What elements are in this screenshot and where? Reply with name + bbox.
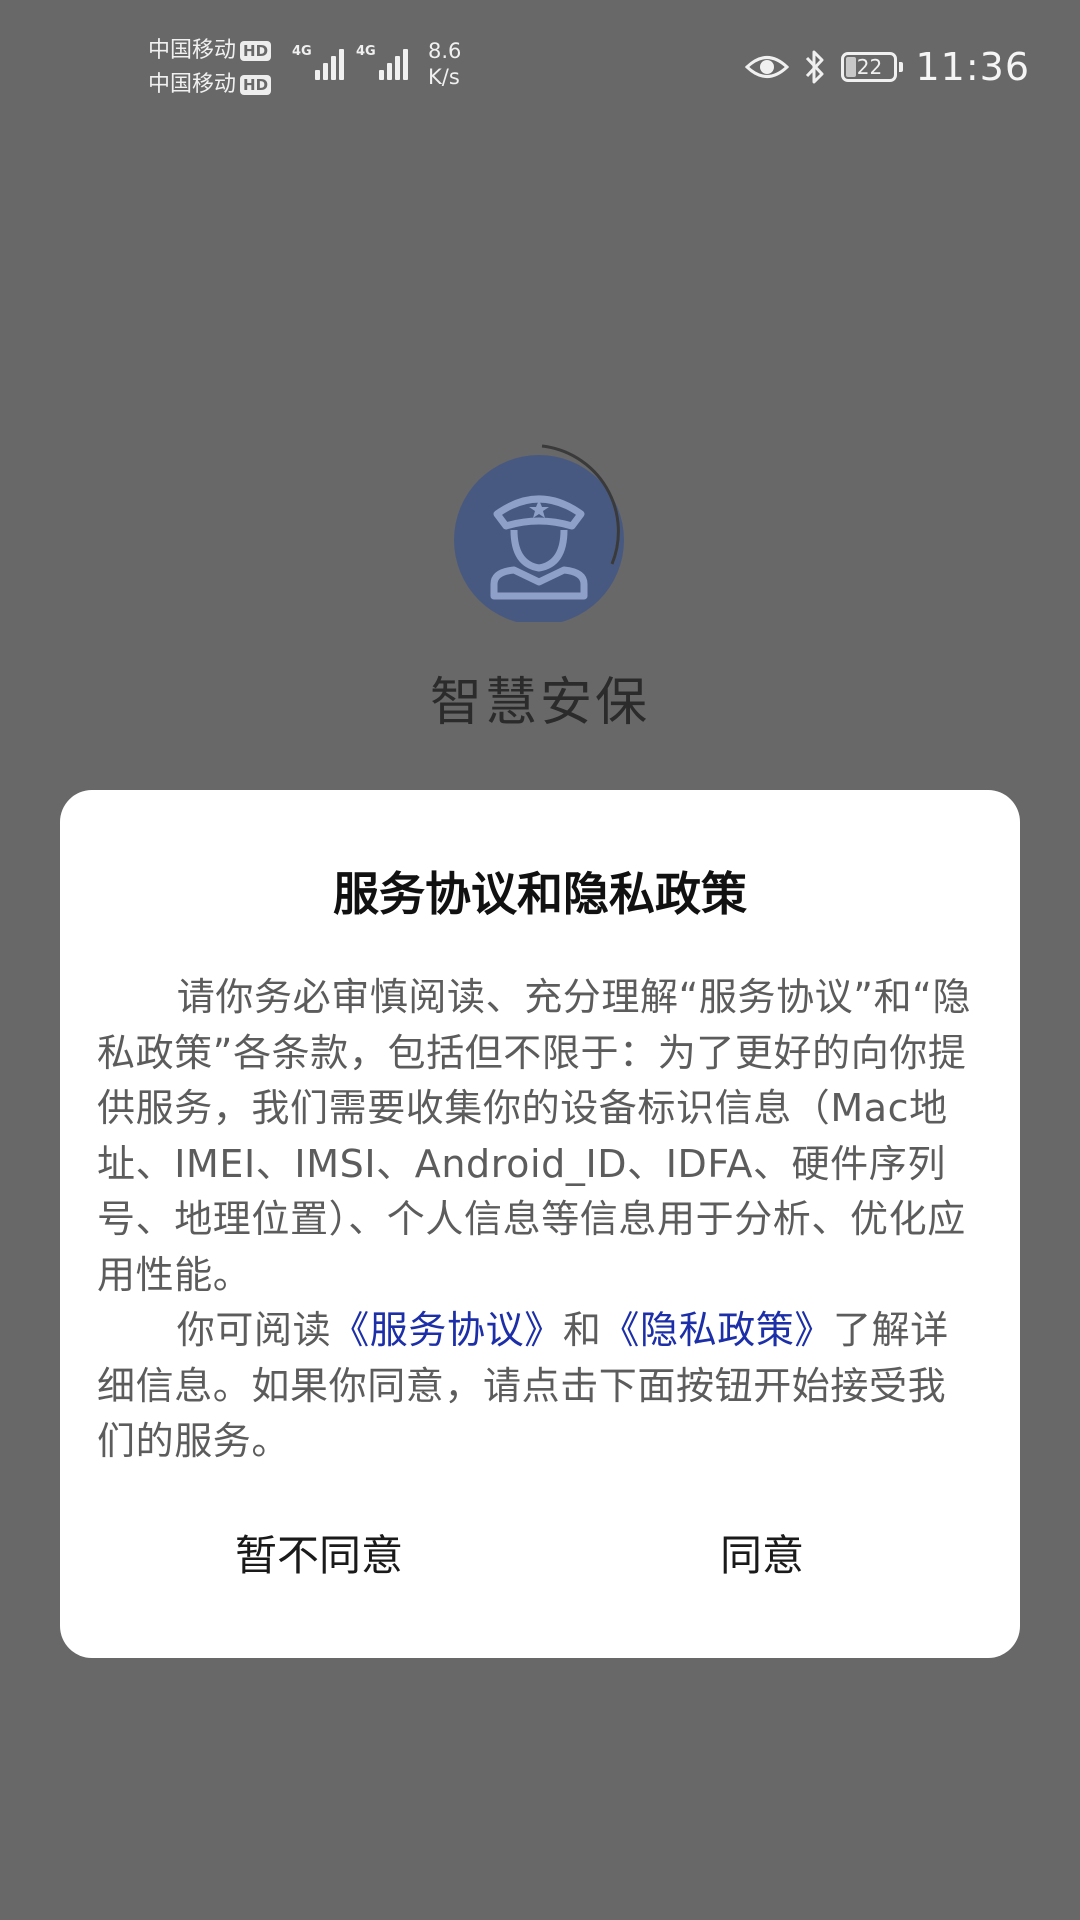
app-name: 智慧安保 — [429, 673, 650, 733]
net-type-label-1: 4G — [292, 44, 312, 59]
dialog-title: 服务协议和隐私政策 — [333, 867, 747, 921]
status-bar: 中国移动 HD 中国移动 HD 4G 4G 8.6 K/s 22 11:36 — [0, 0, 1080, 140]
hd-badge-1: HD — [240, 41, 272, 61]
service-agreement-link[interactable]: 《服务协议》 — [331, 1308, 563, 1352]
signal-icon-1: 4G — [292, 44, 344, 80]
bluetooth-icon — [806, 50, 824, 84]
clock: 11:36 — [915, 45, 1030, 89]
signal-icon-2: 4G — [356, 44, 408, 80]
network-speed: 8.6 K/s — [428, 38, 461, 90]
signal-bars-icon — [314, 44, 344, 80]
dialog-paragraph-2: 你可阅读《服务协议》和《隐私政策》了解详细信息。如果你同意，请点击下面按钮开始接… — [97, 1303, 977, 1470]
net-type-label-2: 4G — [356, 44, 376, 59]
carrier-row-2: 中国移动 HD — [148, 68, 272, 102]
hd-badge-2: HD — [240, 75, 272, 95]
speed-unit: K/s — [428, 65, 460, 89]
status-right-icons: 22 11:36 — [745, 40, 1030, 94]
para2-prefix: 你可阅读 — [176, 1308, 332, 1352]
dialog-body: 请你务必审慎阅读、充分理解“服务协议”和“隐私政策”各条款，包括但不限于：为了更… — [97, 970, 977, 1470]
signal-bars-icon — [378, 44, 408, 80]
carrier-label-2: 中国移动 — [148, 72, 237, 97]
app-logo-icon — [454, 444, 624, 622]
para2-and: 和 — [562, 1308, 602, 1352]
privacy-dialog: 服务协议和隐私政策 请你务必审慎阅读、充分理解“服务协议”和“隐私政策”各条款，… — [60, 790, 1020, 1658]
agree-button[interactable]: 同意 — [720, 1522, 804, 1583]
dialog-paragraph-1: 请你务必审慎阅读、充分理解“服务协议”和“隐私政策”各条款，包括但不限于：为了更… — [97, 975, 972, 1297]
battery-level: 22 — [856, 55, 883, 79]
eye-icon — [745, 56, 790, 78]
carrier-row-1: 中国移动 HD — [148, 34, 272, 68]
carrier-label-1: 中国移动 — [148, 38, 237, 63]
battery-icon: 22 — [841, 52, 904, 82]
privacy-policy-link[interactable]: 《隐私政策》 — [601, 1308, 833, 1352]
carrier-info: 中国移动 HD 中国移动 HD — [148, 34, 272, 102]
disagree-button[interactable]: 暂不同意 — [235, 1522, 403, 1583]
speed-value: 8.6 — [428, 39, 462, 63]
